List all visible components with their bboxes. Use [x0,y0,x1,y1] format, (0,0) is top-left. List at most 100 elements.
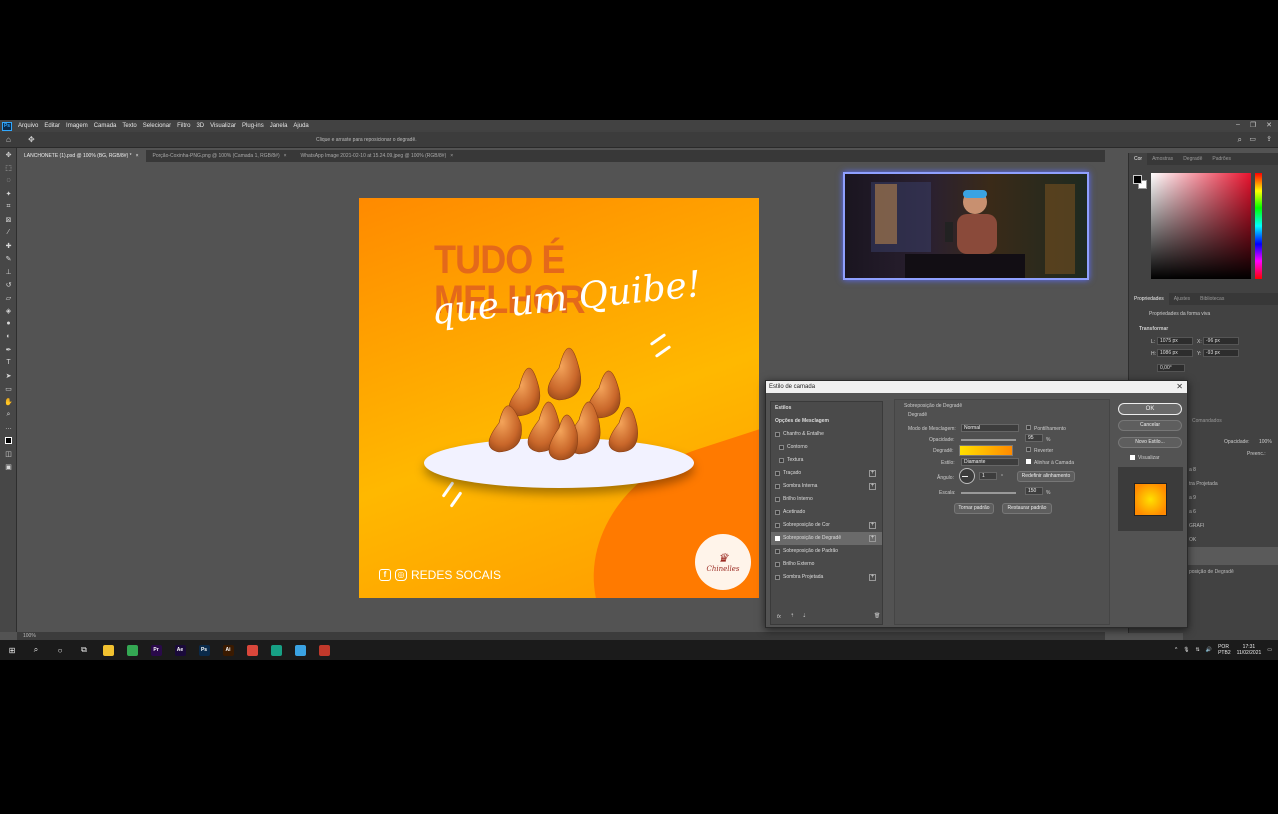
blur-icon[interactable]: ● [0,317,17,330]
scale-input[interactable]: 150 [1025,487,1043,495]
task-view-icon[interactable]: ⧉ [72,640,96,660]
fg-bg-swatches[interactable] [1133,175,1149,191]
tab-cor[interactable]: Cor [1129,153,1148,165]
photoshop-logo-icon[interactable]: Ps [2,121,12,131]
marquee-icon[interactable]: ⬚ [0,161,17,174]
style-checkbox[interactable] [775,549,780,554]
style-row[interactable]: Textura [771,454,882,467]
style-row[interactable]: Opções de Mesclagem [771,415,882,428]
ok-button[interactable]: OK [1118,403,1182,415]
style-checkbox[interactable] [779,458,784,463]
share-icon[interactable]: ⇪ [1266,135,1272,143]
move-icon[interactable]: ✥ [0,148,17,161]
premiere-icon[interactable]: Pr [144,640,168,660]
add-style-icon[interactable]: + [869,470,876,477]
layer-row[interactable]: a 8 [1183,463,1278,477]
menu-item-visualizar[interactable]: Visualizar [207,123,239,129]
style-row[interactable]: Sobreposição de Cor + [771,519,882,532]
hue-slider[interactable] [1255,173,1262,279]
eraser-icon[interactable]: ▱ [0,291,17,304]
angle-dial[interactable] [959,468,975,484]
menu-item-arquivo[interactable]: Arquivo [15,123,41,129]
move-up-icon[interactable]: ⇡ [790,613,794,619]
recorder-icon[interactable] [240,640,264,660]
layer-row[interactable]: GRAFI [1183,519,1278,533]
document-canvas[interactable]: TUDO É MELHOR que um Quibe! f ◎ REDES SO… [359,198,759,598]
layer-row[interactable]: tra Projetada [1183,477,1278,491]
preview-checkbox[interactable] [1130,455,1135,460]
close-tab-icon[interactable]: × [450,153,453,159]
add-style-icon[interactable]: + [869,483,876,490]
close-icon[interactable]: ✕ [1266,121,1272,129]
app-green-icon[interactable] [264,640,288,660]
move-tool-icon[interactable]: ✥ [28,135,35,144]
fx-icon[interactable]: fx [777,614,781,620]
dialog-close-icon[interactable]: ✕ [1176,381,1183,393]
menu-item-3d[interactable]: 3D [193,123,207,129]
new-style-button[interactable]: Novo Estilo... [1118,437,1182,448]
close-tab-icon[interactable]: × [136,153,139,159]
file-explorer-icon[interactable] [96,640,120,660]
reverse-checkbox[interactable] [1026,447,1031,452]
reset-default-button[interactable]: Restaurar padrão [1002,503,1052,514]
style-checkbox[interactable] [775,575,780,580]
magic-wand-icon[interactable]: ✦ [0,187,17,200]
style-row[interactable]: Brilho Interno [771,493,882,506]
style-checkbox[interactable] [775,510,780,515]
photoshop-icon[interactable]: Ps [192,640,216,660]
style-row[interactable]: Contorno [771,441,882,454]
type-icon[interactable]: T [0,356,17,369]
style-checkbox[interactable] [775,471,780,476]
search-icon[interactable]: ⌕ [24,640,48,660]
reset-alignment-button[interactable]: Redefinir alinhamento [1017,471,1075,482]
notifications-icon[interactable]: ▭ [1267,647,1272,653]
style-row[interactable]: Acetinado [771,506,882,519]
style-row[interactable]: Traçado + [771,467,882,480]
tab-degrade[interactable]: Degradê [1178,153,1207,165]
minimize-icon[interactable]: – [1236,121,1240,129]
style-row[interactable]: Sombra Projetada + [771,571,882,584]
healing-icon[interactable]: ✚ [0,239,17,252]
path-selection-icon[interactable]: ➤ [0,369,17,382]
tab-ajustes[interactable]: Ajustes [1169,293,1195,305]
network-icon[interactable]: ⇅ [1196,647,1200,653]
align-layer-checkbox[interactable] [1026,459,1031,464]
frame-icon[interactable]: ⊠ [0,213,17,226]
crop-icon[interactable]: ⌗ [0,200,17,213]
layer-effect-row[interactable]: posição de Degradê [1183,565,1278,579]
layer-row[interactable]: OK [1183,533,1278,547]
dodge-icon[interactable]: ◐ [0,330,17,343]
style-checkbox[interactable] [775,523,780,528]
tab-porcao-coxinha[interactable]: Porção-Coxinha-PNG.png @ 100% (Camada 1,… [146,150,294,162]
opacity-slider[interactable] [961,439,1016,441]
rectangle-icon[interactable]: ▭ [0,382,17,395]
illustrator-icon[interactable]: Ai [216,640,240,660]
gradient-swatch[interactable] [959,445,1013,456]
style-checkbox[interactable] [775,536,780,541]
y-field[interactable]: -93 px [1203,349,1239,357]
commands-tab[interactable]: Comandados [1187,415,1227,427]
tab-padroes[interactable]: Padrões [1207,153,1236,165]
height-field[interactable]: 1086 px [1157,349,1193,357]
menu-item-texto[interactable]: Texto [119,123,139,129]
angle-input[interactable]: 1 [979,472,997,480]
menu-item-editar[interactable]: Editar [41,123,63,129]
style-row[interactable]: Sobreposição de Padrão [771,545,882,558]
close-tab-icon[interactable]: × [284,153,287,159]
clock[interactable]: 17:31 11/02/2021 [1237,644,1262,656]
zoom-icon[interactable]: ⌕ [0,408,17,421]
more-tools-icon[interactable]: … [0,421,17,434]
scale-slider[interactable] [961,492,1016,494]
history-brush-icon[interactable]: ↺ [0,278,17,291]
tray-expand-icon[interactable]: ^ [1175,647,1177,653]
make-default-button[interactable]: Tornar padrão [954,503,994,514]
quick-mask-icon[interactable]: ◫ [0,447,17,460]
volume-icon[interactable]: 🔊 [1206,647,1212,653]
add-style-icon[interactable]: + [869,574,876,581]
menu-item-janela[interactable]: Janela [267,123,291,129]
stamp-icon[interactable]: ⊥ [0,265,17,278]
chrome-icon[interactable] [120,640,144,660]
style-checkbox[interactable] [775,562,780,567]
style-row[interactable]: Brilho Externo [771,558,882,571]
eyedropper-icon[interactable]: ⁄ [0,226,17,239]
